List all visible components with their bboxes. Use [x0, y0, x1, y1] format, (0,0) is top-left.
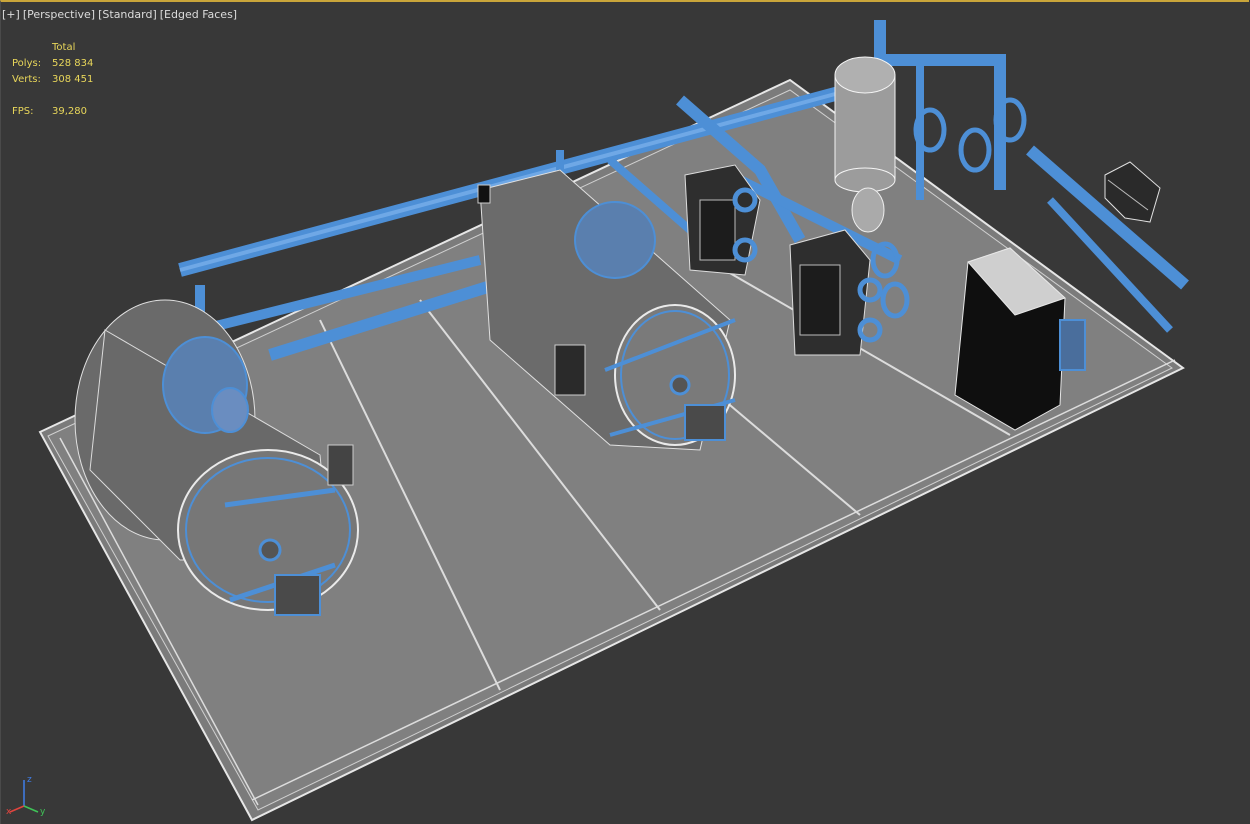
viewport-label-menu[interactable]: [+] [Perspective] [Standard] [Edged Faces]	[2, 8, 237, 21]
control-box[interactable]	[1104, 161, 1161, 223]
axis-tripod-icon: z x y	[6, 775, 46, 816]
verts-value: 308 451	[52, 74, 94, 85]
scene-render[interactable]	[0, 0, 1250, 824]
axis-x-label: x	[6, 807, 12, 816]
scene-statistics: Total Polys: 528 834 Verts: 308 451 FPS: 39…	[12, 40, 122, 120]
axis-y-label: y	[40, 807, 46, 816]
fps-label: FPS:	[12, 106, 34, 117]
axis-z-label: z	[27, 775, 32, 785]
polys-value: 528 834	[52, 58, 94, 69]
viewport-perspective[interactable]: [+] [Perspective] [Standard] [Edged Faces] …	[0, 0, 1250, 824]
viewport-edged-faces-menu[interactable]: [Edged Faces]	[160, 8, 237, 21]
fps-value: 39,280	[52, 106, 87, 117]
viewport-general-menu[interactable]: [+]	[2, 8, 20, 21]
polys-label: Polys:	[12, 58, 42, 69]
viewport-point-of-view-menu[interactable]: [Perspective]	[23, 8, 95, 21]
verts-label: Verts:	[12, 74, 41, 85]
stats-header: Total	[52, 42, 76, 53]
viewport-shading-menu[interactable]: [Standard]	[98, 8, 157, 21]
